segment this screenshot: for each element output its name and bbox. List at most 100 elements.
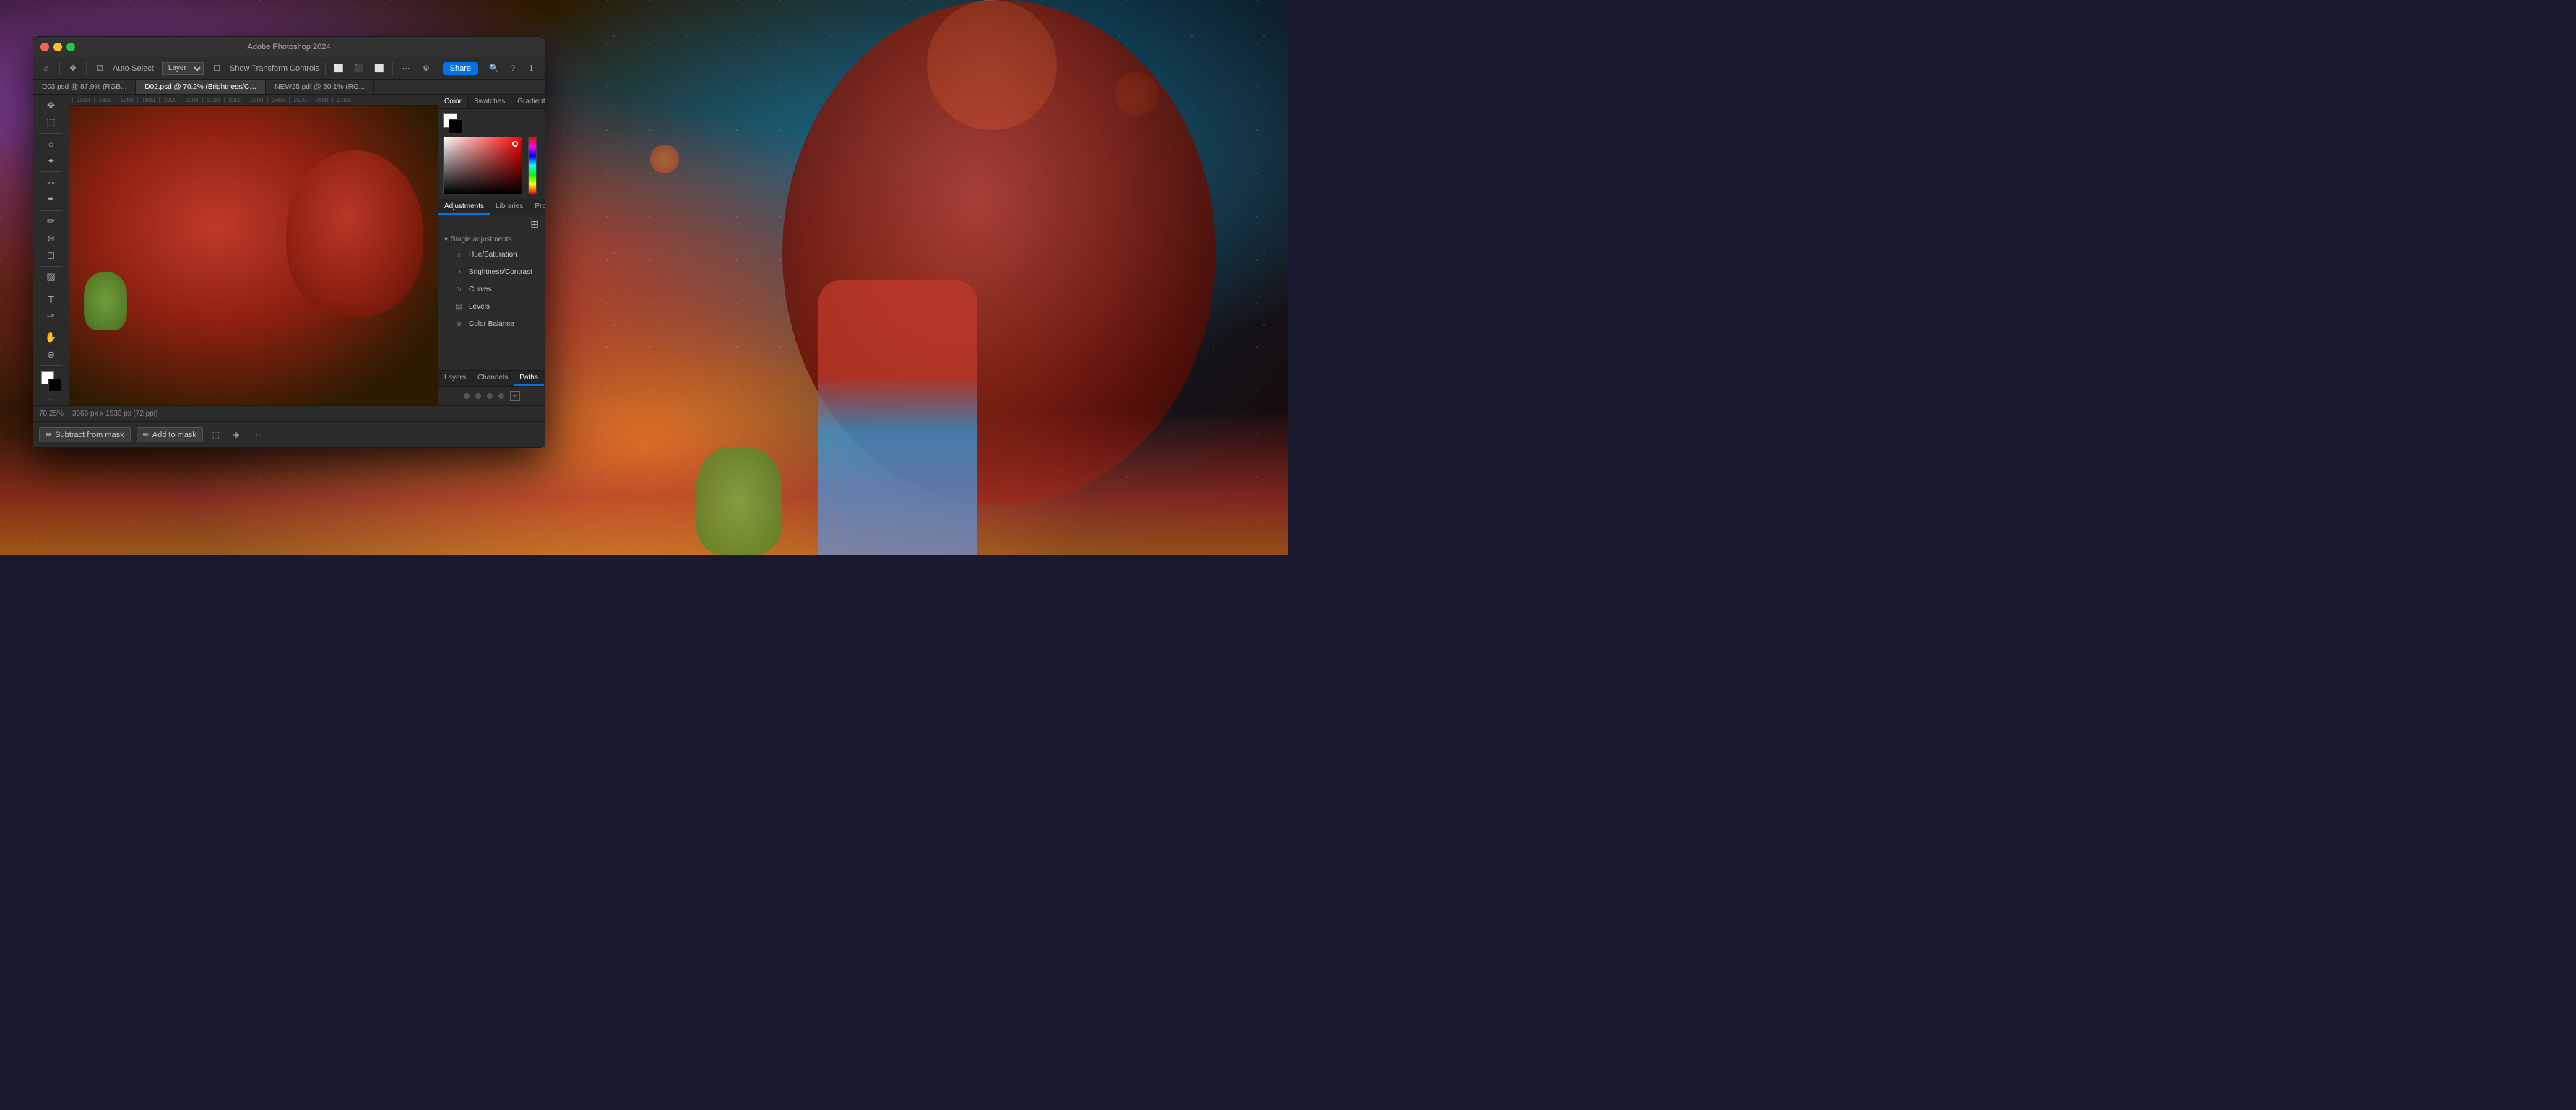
tool-crop[interactable]: ⊹ (40, 175, 62, 190)
align-left-icon[interactable]: ⬜ (332, 61, 346, 76)
search-icon[interactable]: 🔍 (487, 61, 501, 76)
tool-eraser[interactable]: ◻ (40, 247, 62, 262)
tool-clone[interactable]: ⊛ (40, 231, 62, 246)
add-adjustment-icon[interactable]: ⊞ (530, 218, 539, 231)
tool-sep-4 (40, 266, 62, 267)
main-toolbar: ⌂ ✥ ☑ Auto-Select: Layer Group ☐ Show Tr… (33, 57, 545, 80)
tool-pen[interactable]: ✑ (40, 308, 62, 323)
adj-item-brightness-contrast[interactable]: ◑ Brightness/Contrast (438, 263, 545, 280)
adjustments-tab[interactable]: Adjustments (438, 199, 490, 215)
path-dot-3[interactable] (487, 393, 493, 399)
tool-eyedropper[interactable]: ✒ (40, 192, 62, 207)
tool-magic-wand[interactable]: ✦ (40, 153, 62, 168)
tool-move[interactable]: ✥ (40, 98, 62, 113)
auto-select-dropdown[interactable]: Layer Group (162, 62, 204, 75)
color-balance-icon: ⊕ (453, 318, 464, 330)
adj-item-levels[interactable]: ▤ Levels (438, 298, 545, 315)
more-options-icon[interactable]: ⋯ (399, 61, 413, 76)
doc-tab-3[interactable]: NEW25.pdf @ 60.1% (RG... (266, 80, 374, 94)
subtract-mask-icon: ✏ (46, 430, 52, 439)
color-panel: Color Swatches Gradients Patterns (438, 95, 545, 199)
add-to-mask-button[interactable]: ✏ Add to mask (137, 427, 203, 442)
canvas-creature-element (84, 272, 127, 330)
mask-option-1[interactable]: ⬚ (209, 428, 223, 442)
canvas-image[interactable] (69, 106, 438, 405)
tool-text[interactable]: T (40, 291, 62, 306)
minimize-button[interactable] (53, 43, 62, 51)
transform-checkbox[interactable]: ☐ (209, 61, 224, 76)
doc-tab-2[interactable]: D02.psd @ 70.2% (Brightness/Contrast 3, … (136, 80, 266, 94)
channels-tab[interactable]: Channels (472, 371, 514, 386)
ruler-mark: 2100 (202, 97, 224, 103)
adj-item-color-balance[interactable]: ⊕ Color Balance (438, 315, 545, 332)
document-tabs: D03.psd @ 87.9% (RGB... D02.psd @ 70.2% … (33, 80, 545, 95)
ruler-mark: 2200 (224, 97, 246, 103)
color-gradient-row (443, 137, 540, 194)
tool-sep-1 (40, 133, 62, 134)
subtract-from-mask-button[interactable]: ✏ Subtract from mask (39, 427, 131, 442)
path-add-icon[interactable]: + (510, 391, 520, 401)
path-dot-1[interactable] (464, 393, 470, 399)
auto-select-checkbox[interactable]: ☑ (92, 61, 107, 76)
share-button[interactable]: Share (443, 62, 478, 75)
tool-sep-2 (40, 171, 62, 172)
tool-marquee[interactable]: ⬚ (40, 114, 62, 129)
small-creature-bg (696, 447, 782, 555)
info-icon[interactable]: ℹ (524, 61, 539, 76)
title-bar: Adobe Photoshop 2024 (33, 37, 545, 57)
align-right-icon[interactable]: ⬜ (372, 61, 386, 76)
canvas-area[interactable]: 1500 1600 1700 1800 1900 2000 2100 2200 … (69, 95, 438, 405)
mask-option-2[interactable]: ◈ (229, 428, 243, 442)
hue-saturation-icon: ☼ (453, 249, 464, 260)
canvas-monster-element (286, 150, 423, 317)
fg-bg-color-widget[interactable] (41, 371, 61, 392)
layers-tabs: Layers Channels Paths (438, 371, 545, 387)
mask-more-options[interactable]: ⋯ (249, 428, 264, 442)
layers-tab[interactable]: Layers (438, 371, 472, 386)
traffic-lights (40, 43, 75, 51)
ruler-mark: 2000 (181, 97, 202, 103)
color-swatches-row (443, 113, 540, 134)
paths-tab[interactable]: Paths (514, 371, 544, 386)
adjustments-panel-tabs: Adjustments Libraries Properties (438, 199, 545, 215)
maximize-button[interactable] (66, 43, 75, 51)
move-tool-icon[interactable]: ✥ (66, 61, 80, 76)
color-picker-widget (438, 109, 545, 199)
gradients-tab[interactable]: Gradients (511, 95, 545, 108)
add-mask-label: Add to mask (152, 431, 196, 439)
auto-select-label: Auto-Select: (113, 64, 156, 73)
ruler-mark: 1500 (72, 97, 94, 103)
swatches-tab[interactable]: Swatches (468, 95, 511, 108)
tool-gradient[interactable]: ▨ (40, 270, 62, 285)
background-color[interactable] (48, 379, 61, 392)
path-dot-2[interactable] (475, 393, 481, 399)
subtract-mask-label: Subtract from mask (55, 431, 124, 439)
toolbar-sep-4 (392, 62, 393, 75)
libraries-tab[interactable]: Libraries (490, 199, 529, 215)
foreground-background-colors[interactable] (443, 113, 463, 134)
close-button[interactable] (40, 43, 49, 51)
bottom-toolbar: ✏ Subtract from mask ✏ Add to mask ⬚ ◈ ⋯ (33, 421, 545, 447)
tool-hand[interactable]: ✋ (40, 330, 62, 345)
adj-item-hue-saturation[interactable]: ☼ Hue/Saturation (438, 246, 545, 263)
color-spectrum-bar[interactable] (528, 137, 537, 194)
background-color-swatch[interactable] (449, 119, 463, 134)
tool-brush[interactable]: ✏ (40, 214, 62, 229)
color-tab[interactable]: Color (438, 95, 468, 108)
help-icon[interactable]: ? (506, 61, 520, 76)
tool-sep-3 (40, 210, 62, 211)
photoshop-window: Adobe Photoshop 2024 ⌂ ✥ ☑ Auto-Select: … (33, 36, 545, 448)
settings-icon[interactable]: ⚙ (419, 61, 433, 76)
toolbar-sep-2 (86, 62, 87, 75)
toolbar-sep-3 (325, 62, 326, 75)
align-center-icon[interactable]: ⬛ (352, 61, 366, 76)
color-gradient-picker[interactable] (443, 137, 522, 194)
properties-tab[interactable]: Properties (529, 199, 545, 215)
girl-bg-decoration (818, 280, 977, 555)
home-icon[interactable]: ⌂ (39, 61, 53, 76)
adj-item-curves[interactable]: ∿ Curves (438, 280, 545, 298)
tool-zoom[interactable]: ⊕ (40, 347, 62, 362)
path-dot-4[interactable] (498, 393, 504, 399)
doc-tab-1[interactable]: D03.psd @ 87.9% (RGB... (33, 80, 136, 94)
tool-lasso[interactable]: ○ (40, 137, 62, 152)
